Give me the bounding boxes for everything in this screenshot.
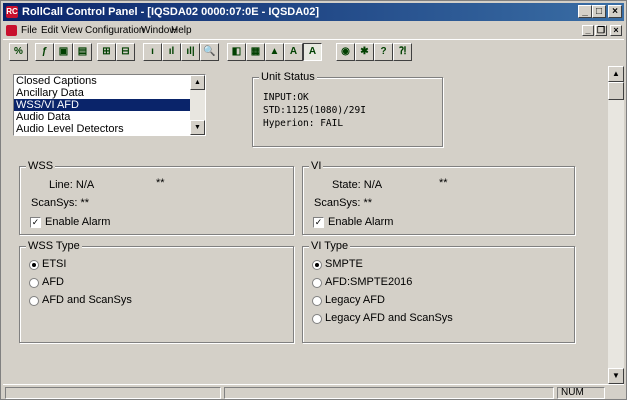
menu-file[interactable]: File (21, 22, 37, 39)
toolbar-font-a-button[interactable]: A (284, 43, 303, 61)
wss-type-afd-radio[interactable] (29, 278, 39, 288)
minimize-button[interactable]: _ (578, 5, 592, 18)
mdi-restore-button[interactable]: ❐ (595, 25, 607, 36)
toolbar-level3-button[interactable]: ıl| (181, 43, 200, 61)
toolbar-layout-button[interactable]: ⊟ (116, 43, 135, 61)
toolbar-config-button[interactable]: % (9, 43, 28, 61)
wss-line-label: Line: N/A (49, 179, 95, 191)
toolbar-panel-button[interactable]: ▣ (54, 43, 73, 61)
toolbar-monitor-button[interactable]: ◧ (227, 43, 246, 61)
wss-type-etsi-radio[interactable] (29, 260, 39, 270)
unit-status-title: Unit Status (259, 71, 317, 83)
toolbar-help-button[interactable]: ? (374, 43, 393, 61)
unit-status-group: Unit Status INPUT:OK STD:1125(1080)/29I … (252, 71, 443, 147)
toolbar-font-a-alt-button[interactable]: A (303, 43, 322, 61)
list-scroll-up-icon[interactable]: ▲ (190, 75, 205, 90)
wss-type-afd-scansys-radio[interactable] (29, 296, 39, 306)
toolbar-globe-button[interactable]: ◉ (336, 43, 355, 61)
vertical-scrollbar[interactable]: ▲ ▼ (608, 66, 624, 384)
mdi-close-button[interactable]: × (610, 25, 622, 36)
vi-scansys-label: ScanSys: ** (314, 197, 373, 209)
wss-title: WSS (26, 160, 56, 172)
scroll-thumb[interactable] (608, 82, 624, 100)
vi-type-afd-smpte2016-radio[interactable] (312, 278, 322, 288)
wss-type-title: WSS Type (26, 240, 82, 252)
vi-state-label: State: N/A (332, 179, 383, 191)
toolbar-level1-button[interactable]: ı (143, 43, 162, 61)
menu-bar: File Edit View Configuration Window Help… (3, 22, 624, 39)
status-standard: STD:1125(1080)/29I (263, 105, 366, 116)
app-icon[interactable]: RC (6, 6, 18, 18)
menu-help[interactable]: Help (171, 22, 192, 39)
toolbar-settings-button[interactable]: ✱ (355, 43, 374, 61)
vi-type-afd-smpte2016-label[interactable]: AFD:SMPTE2016 (325, 276, 412, 288)
vi-type-group: VI Type SMPTE AFD:SMPTE2016 Legacy AFD L… (302, 240, 575, 343)
menu-view[interactable]: View (61, 22, 83, 39)
wss-type-afd-label[interactable]: AFD (42, 276, 64, 288)
category-list[interactable]: Closed Captions Ancillary Data WSS/VI AF… (13, 74, 206, 136)
wss-type-group: WSS Type ETSI AFD AFD and ScanSys (19, 240, 294, 343)
num-lock-indicator: NUM (557, 387, 605, 399)
status-panel-secondary (224, 387, 554, 399)
vi-enable-alarm-label[interactable]: Enable Alarm (328, 216, 393, 228)
scroll-up-icon[interactable]: ▲ (608, 66, 624, 82)
wss-enable-alarm-checkbox[interactable]: ✓ (30, 217, 41, 228)
maximize-button[interactable]: □ (592, 5, 606, 18)
application-window: RC RollCall Control Panel - [IQSDA02 000… (0, 0, 627, 400)
vi-state-value: ** (439, 177, 448, 189)
vi-type-legacy-afd-radio[interactable] (312, 296, 322, 306)
vi-group: VI State: N/A ** ScanSys: ** ✓ Enable Al… (302, 160, 575, 235)
toolbar-level2-button[interactable]: ıl (162, 43, 181, 61)
vi-type-title: VI Type (309, 240, 351, 252)
wss-type-etsi-label[interactable]: ETSI (42, 258, 66, 270)
status-bar: NUM (3, 384, 624, 400)
wss-line-value: ** (156, 177, 165, 189)
status-hyperion: Hyperion: FAIL (263, 118, 344, 129)
wss-scansys-label: ScanSys: ** (31, 197, 90, 209)
mdi-minimize-button[interactable]: _ (582, 25, 594, 36)
list-item[interactable]: Ancillary Data (14, 87, 191, 99)
menu-edit[interactable]: Edit (41, 22, 58, 39)
toolbar: % ƒ ▣ ▤ ⊞ ⊟ ı ıl ıl| 🔍 ◧ ▦ ▲ A A ◉ ✱ ? ⁈ (3, 39, 624, 67)
title-bar[interactable]: RC RollCall Control Panel - [IQSDA02 000… (3, 3, 624, 21)
list-item[interactable]: Audio Level Detectors (14, 123, 191, 135)
list-item[interactable]: Audio Data (14, 111, 191, 123)
vi-type-smpte-label[interactable]: SMPTE (325, 258, 363, 270)
toolbar-edit-button[interactable]: ▦ (246, 43, 265, 61)
wss-enable-alarm-label[interactable]: Enable Alarm (45, 216, 110, 228)
window-title: RollCall Control Panel - [IQSDA02 0000:0… (22, 6, 320, 18)
vi-type-legacy-afd-scansys-radio[interactable] (312, 314, 322, 324)
list-scrollbar[interactable]: ▲ ▼ (190, 75, 205, 135)
status-input: INPUT:OK (263, 92, 309, 103)
list-item-selected[interactable]: WSS/VI AFD (14, 99, 191, 111)
scroll-down-icon[interactable]: ▼ (608, 368, 624, 384)
close-button[interactable]: × (608, 5, 622, 18)
toolbar-search-icon[interactable]: 🔍 (200, 43, 219, 61)
toolbar-function-button[interactable]: ƒ (35, 43, 54, 61)
wss-group: WSS Line: N/A ** ScanSys: ** ✓ Enable Al… (19, 160, 294, 235)
toolbar-log-button[interactable]: ▲ (265, 43, 284, 61)
toolbar-grid-button[interactable]: ⊞ (97, 43, 116, 61)
vi-type-smpte-radio[interactable] (312, 260, 322, 270)
wss-type-afd-scansys-label[interactable]: AFD and ScanSys (42, 294, 132, 306)
menu-configuration[interactable]: Configuration (85, 22, 144, 39)
vi-enable-alarm-checkbox[interactable]: ✓ (313, 217, 324, 228)
list-item[interactable]: Closed Captions (14, 75, 191, 87)
status-panel-main (5, 387, 221, 399)
vi-type-legacy-afd-label[interactable]: Legacy AFD (325, 294, 385, 306)
vi-type-legacy-afd-scansys-label[interactable]: Legacy AFD and ScanSys (325, 312, 453, 324)
toolbar-view-button[interactable]: ▤ (73, 43, 92, 61)
vi-title: VI (309, 160, 324, 172)
toolbar-whats-this-button[interactable]: ⁈ (393, 43, 412, 61)
list-scroll-down-icon[interactable]: ▼ (190, 120, 205, 135)
document-icon[interactable] (6, 25, 17, 36)
